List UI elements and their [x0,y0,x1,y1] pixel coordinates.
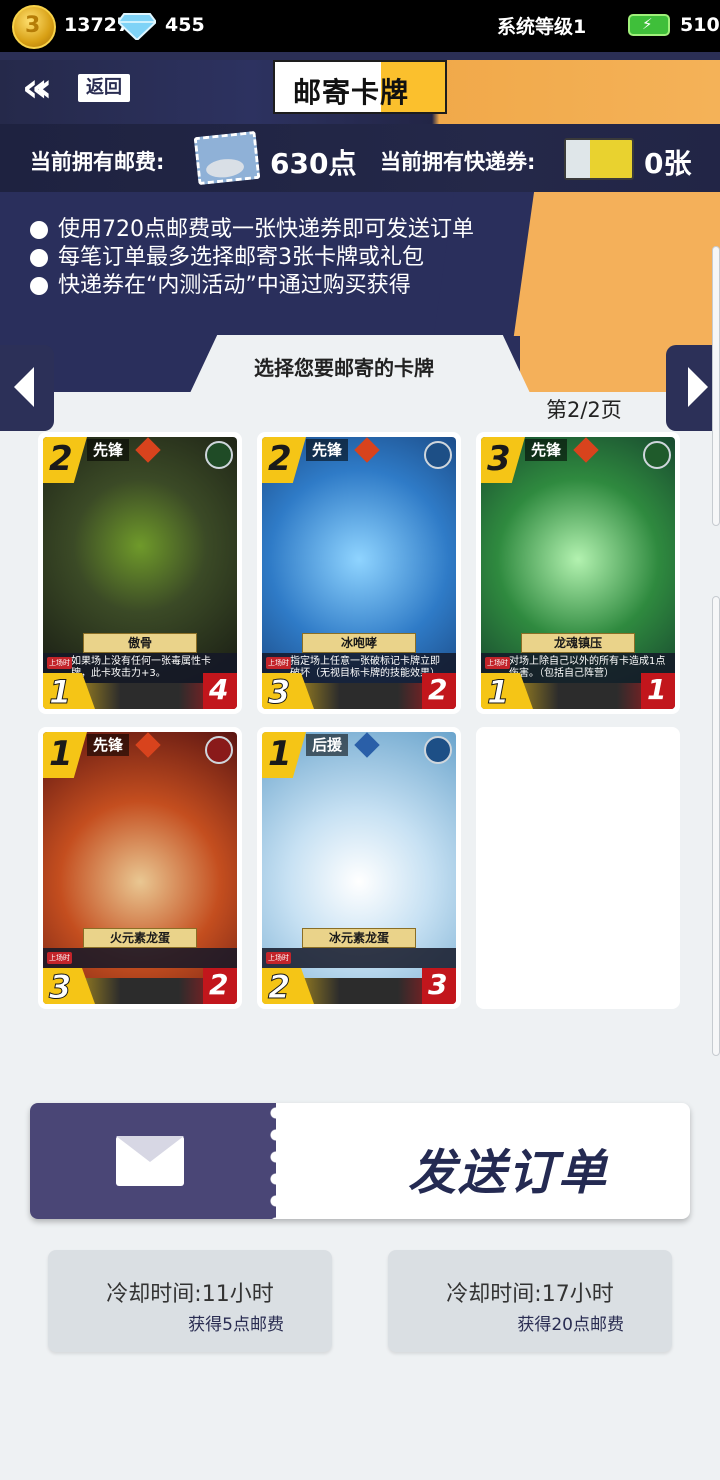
card-cost: 3 [481,437,525,483]
card-art: 3 先锋 龙魂镇压 上场时 对场上除自己以外的所有卡造成1点伤害。（包括自己阵营）… [481,437,675,709]
card-art: 1 先锋 火元素龙蛋 上场时 3 2 [43,732,237,1004]
back-chevron-icon: «‹ [22,65,53,111]
card-type: 后援 [306,734,349,756]
arrow-right-icon [688,367,708,407]
energy-count: 510 [680,14,720,36]
card-element-icon [424,441,452,469]
card-hp: 2 [422,673,456,709]
cooldown-time: 冷却时间:17小时 [446,1282,614,1307]
card-hp: 4 [203,673,237,709]
empty-card-slot[interactable] [476,727,680,1009]
card-type: 先锋 [87,734,130,756]
cooldown-time: 冷却时间:11小时 [106,1282,274,1307]
card-type: 先锋 [525,439,568,461]
card-art: 1 后援 冰元素龙蛋 上场时 2 3 [262,732,456,1004]
card-name: 冰元素龙蛋 [302,928,416,948]
prev-page-button[interactable] [0,345,54,431]
card-name: 傲骨 [83,633,197,653]
card-slot[interactable]: 1 先锋 火元素龙蛋 上场时 3 2 [38,727,242,1009]
info-line: 使用720点邮费或一张快递券即可发送订单 [30,216,474,244]
send-order-button[interactable]: 发送订单 [30,1103,690,1219]
envelope-icon [116,1136,184,1186]
info-lines: 使用720点邮费或一张快递券即可发送订单 每笔订单最多选择邮寄3张卡牌或礼包 快… [30,216,474,300]
card-name: 火元素龙蛋 [83,928,197,948]
cooldown-box[interactable]: 冷却时间:17小时 获得20点邮费 [388,1250,672,1352]
send-order-label: 发送订单 [408,1145,609,1201]
bullet-icon [30,249,48,267]
card-desc: 上场时 [262,948,456,968]
back-label: 返回 [78,74,130,102]
card-type-icon [354,437,380,463]
status-bar: 3 13727 455 系统等级1 ⚡ 510 [0,0,720,52]
cooldown-reward: 获得20点邮费 [517,1315,624,1335]
page-indicator: 第2/2页 [546,398,622,422]
postage-row: 当前拥有邮费: 630点 当前拥有快递券: 0张 [0,124,720,192]
back-button[interactable]: «‹ 返回 [22,66,134,110]
card-element-icon [205,441,233,469]
card-type-icon [573,437,599,463]
card-desc: 上场时 [43,948,237,968]
express-value: 0张 [644,147,692,180]
info-line: 每笔订单最多选择邮寄3张卡牌或礼包 [30,244,474,272]
card-element-icon [424,736,452,764]
card-name: 冰咆哮 [302,633,416,653]
header: «‹ 返回 邮寄卡牌 [0,52,720,124]
card-cost: 2 [43,437,87,483]
scrollbar[interactable] [712,596,720,1056]
cooldown-box[interactable]: 冷却时间:11小时 获得5点邮费 [48,1250,332,1352]
card-name: 龙魂镇压 [521,633,635,653]
scrollbar-top[interactable] [712,246,720,526]
select-title: 选择您要邮寄的卡牌 [254,356,434,380]
info-line: 快递券在“内测活动”中通过购买获得 [30,272,474,300]
bullet-icon [30,221,48,239]
card-hp: 2 [203,968,237,1004]
card-hp: 3 [422,968,456,1004]
card-cost: 2 [262,437,306,483]
postage-label: 当前拥有邮费: [30,150,165,174]
card-type-icon [135,437,161,463]
header-band [0,52,720,60]
card-slot[interactable]: 2 先锋 冰咆哮 上场时 指定场上任意一张破标记卡牌立即破坏（无视目标卡牌的技能效… [257,432,461,714]
card-slot[interactable]: 2 先锋 傲骨 上场时 如果场上没有任何一张毒属性卡牌，此卡攻击力+3。 1 4 [38,432,242,714]
card-type: 先锋 [87,439,130,461]
card-art: 2 先锋 冰咆哮 上场时 指定场上任意一张破标记卡牌立即破坏（无视目标卡牌的技能效… [262,437,456,709]
page-title-box: 邮寄卡牌 [273,60,447,114]
page-title: 邮寄卡牌 [293,76,410,109]
energy-icon: ⚡ [628,14,670,36]
card-type: 先锋 [306,439,349,461]
card-type-icon [135,732,161,758]
card-slot[interactable]: 3 先锋 龙魂镇压 上场时 对场上除自己以外的所有卡造成1点伤害。（包括自己阵营）… [476,432,680,714]
system-level: 系统等级1 [497,16,587,38]
card-hp: 1 [641,673,675,709]
coin-icon: 3 [12,5,56,49]
card-cost: 1 [43,732,87,778]
card-type-icon [354,732,380,758]
stamp-icon [193,130,261,186]
arrow-left-icon [14,367,34,407]
express-ticket-icon [564,138,634,180]
card-attack: 2 [262,968,314,1004]
card-cost: 1 [262,732,306,778]
ticket-perforation [266,1103,286,1219]
diamond-icon [118,13,156,40]
cooldown-reward: 获得5点邮费 [188,1315,284,1335]
card-art: 2 先锋 傲骨 上场时 如果场上没有任何一张毒属性卡牌，此卡攻击力+3。 1 4 [43,437,237,709]
card-slot[interactable]: 1 后援 冰元素龙蛋 上场时 2 3 [257,727,461,1009]
card-element-icon [205,736,233,764]
bullet-icon [30,277,48,295]
express-label: 当前拥有快递券: [380,150,536,174]
card-attack: 3 [43,968,95,1004]
postage-value: 630点 [270,147,357,180]
card-element-icon [643,441,671,469]
gem-count: 455 [165,14,205,36]
